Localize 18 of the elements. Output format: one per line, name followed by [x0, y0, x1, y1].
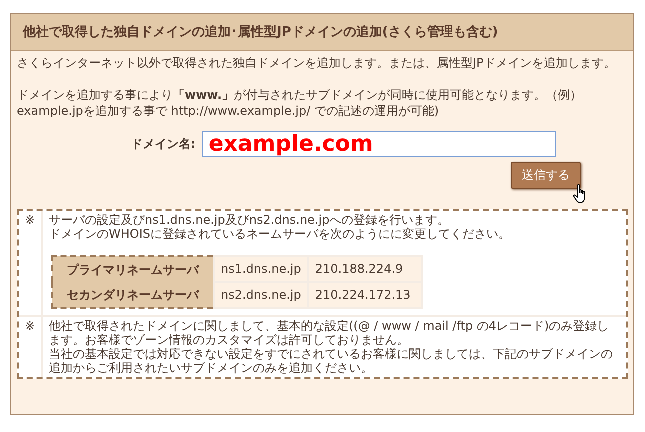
table-cell: 210.188.224.9 — [308, 256, 422, 282]
description: さくらインターネット以外で取得された独自ドメインを追加します。または、属性型JPドメインを追加します。 — [16, 55, 617, 71]
table-cell: ns1.dns.ne.jp — [214, 256, 308, 282]
domain-input[interactable]: example.com — [202, 131, 556, 157]
table-cell: プライマリネームサーバ — [52, 256, 214, 282]
table-cell: セカンダリネームサーバ — [52, 282, 214, 308]
note-text: 当社の基本設定では対応できない設定をすでにされているお客様に関しましては、下記のサブドメインの追加からご利用されたいサブドメインのみを追加ください。 — [49, 347, 614, 375]
description: ドメインを追加する事により「www.」が付与されたサブドメインが同時に使用可能となります。（例）example.jpを追加する事で http://www.example.jp/ での記述の運用が可能) — [16, 87, 584, 119]
note-mark: ※ — [24, 319, 36, 333]
panel-title: 他社で取得した独自ドメインの追加･属性型JPドメインの追加(さくら管理も含む) — [11, 14, 633, 51]
domain-label: ドメイン名: — [131, 136, 196, 152]
table-cell: 210.224.172.13 — [308, 282, 422, 308]
note-text: 他社で取得されたドメインに関しまして、基本的な設定((@ / www / mail /ftp の4レコード)のみ登録します。お客様でゾーン情報のカスタマイズは許可しておりません。 — [49, 319, 610, 347]
note-text: サーバの設定及びns1.dns.ne.jp及びns2.dns.ne.jpへの登録を行います。 — [49, 213, 451, 227]
submit-button[interactable]: 送信する — [511, 162, 581, 189]
note-text: ドメインのWHOISに登録されているネームサーバを次のようにに変更してください。 — [49, 227, 512, 241]
table-cell: ns2.dns.ne.jp — [214, 282, 308, 308]
note-mark: ※ — [24, 213, 36, 227]
